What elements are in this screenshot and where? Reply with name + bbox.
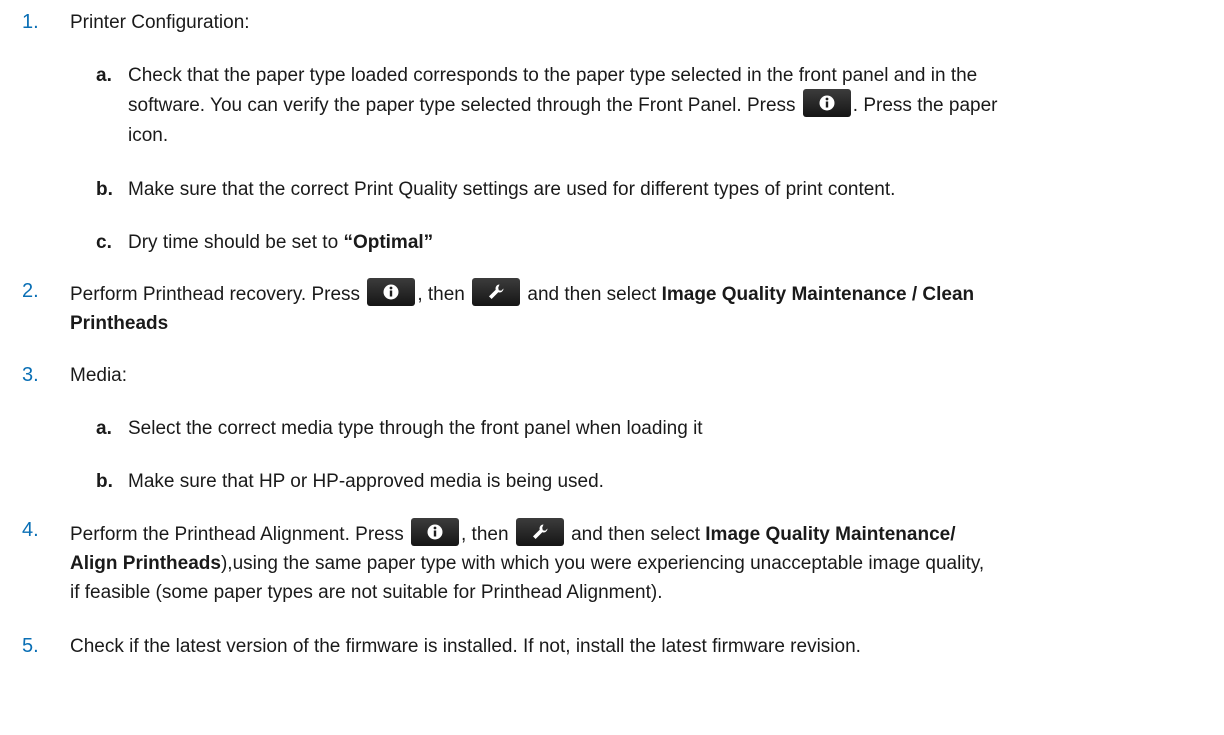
line2-end: . Press the paper [852, 95, 998, 116]
menu-path-end: Printheads [70, 313, 169, 334]
info-icon [427, 524, 443, 540]
step-text-a: Perform the Printhead Alignment. Press [70, 524, 404, 545]
step-text-b: , then [417, 284, 465, 305]
substep-text-line2: software. You can verify the paper type … [128, 88, 998, 120]
step-text-c: and then select [527, 284, 657, 305]
step-text-tail: ),using the same paper type with which y… [220, 553, 985, 574]
step-text-line3: if feasible (some paper types are not su… [70, 582, 663, 603]
step-number: 3. [22, 364, 39, 386]
substep-text: Dry time should be set to “Optimal” [128, 228, 433, 257]
optimal-label: “Optimal” [343, 232, 434, 253]
step-text-a: Perform Printhead recovery. Press [70, 284, 361, 305]
step-text-line2: Align Printheads),using the same paper t… [70, 549, 984, 578]
wrench-button[interactable] [515, 517, 564, 546]
info-button[interactable] [367, 277, 416, 306]
step-text-b: , then [461, 524, 509, 545]
step-text: Check if the latest version of the firmw… [70, 636, 861, 657]
wrench-icon [532, 524, 548, 539]
line2-start: software. You can verify the paper type … [128, 95, 796, 116]
substep-text: Make sure that the correct Print Quality… [128, 179, 896, 200]
wrench-icon [489, 284, 504, 299]
step-number: 2. [22, 280, 39, 302]
menu-path: Image Quality Maintenance/ [705, 524, 956, 545]
substep-text-line1: Check that the paper type loaded corresp… [128, 65, 978, 86]
step-text-line1: Perform Printhead recovery. Press , then… [70, 277, 975, 309]
step-number: 1. [22, 11, 39, 33]
substep-text-line3: icon. [128, 125, 169, 146]
step-text-c: and then select [571, 524, 700, 545]
info-button[interactable] [802, 88, 851, 117]
step-number: 4. [22, 519, 39, 541]
step-number: 5. [22, 635, 39, 657]
step-text: Media: [70, 365, 128, 386]
wrench-button[interactable] [472, 277, 521, 306]
menu-path: Image Quality Maintenance / Clean [661, 284, 975, 305]
document-page: 1. Printer Configuration: a. Check that … [0, 0, 1224, 735]
menu-path-end: Align Printheads [70, 553, 221, 574]
info-button[interactable] [411, 517, 459, 546]
substep-text: Select the correct media type through th… [128, 418, 703, 439]
step-text: Printer Configuration: [70, 12, 250, 33]
info-icon [383, 284, 399, 300]
info-icon [819, 95, 835, 111]
substep-plain: Dry time should be set to [128, 232, 339, 253]
substep-text: Make sure that HP or HP-approved media i… [128, 471, 604, 492]
step-text-line2: Printheads [70, 309, 168, 338]
step-text-line1: Perform the Printhead Alignment. Press ,… [70, 517, 956, 549]
